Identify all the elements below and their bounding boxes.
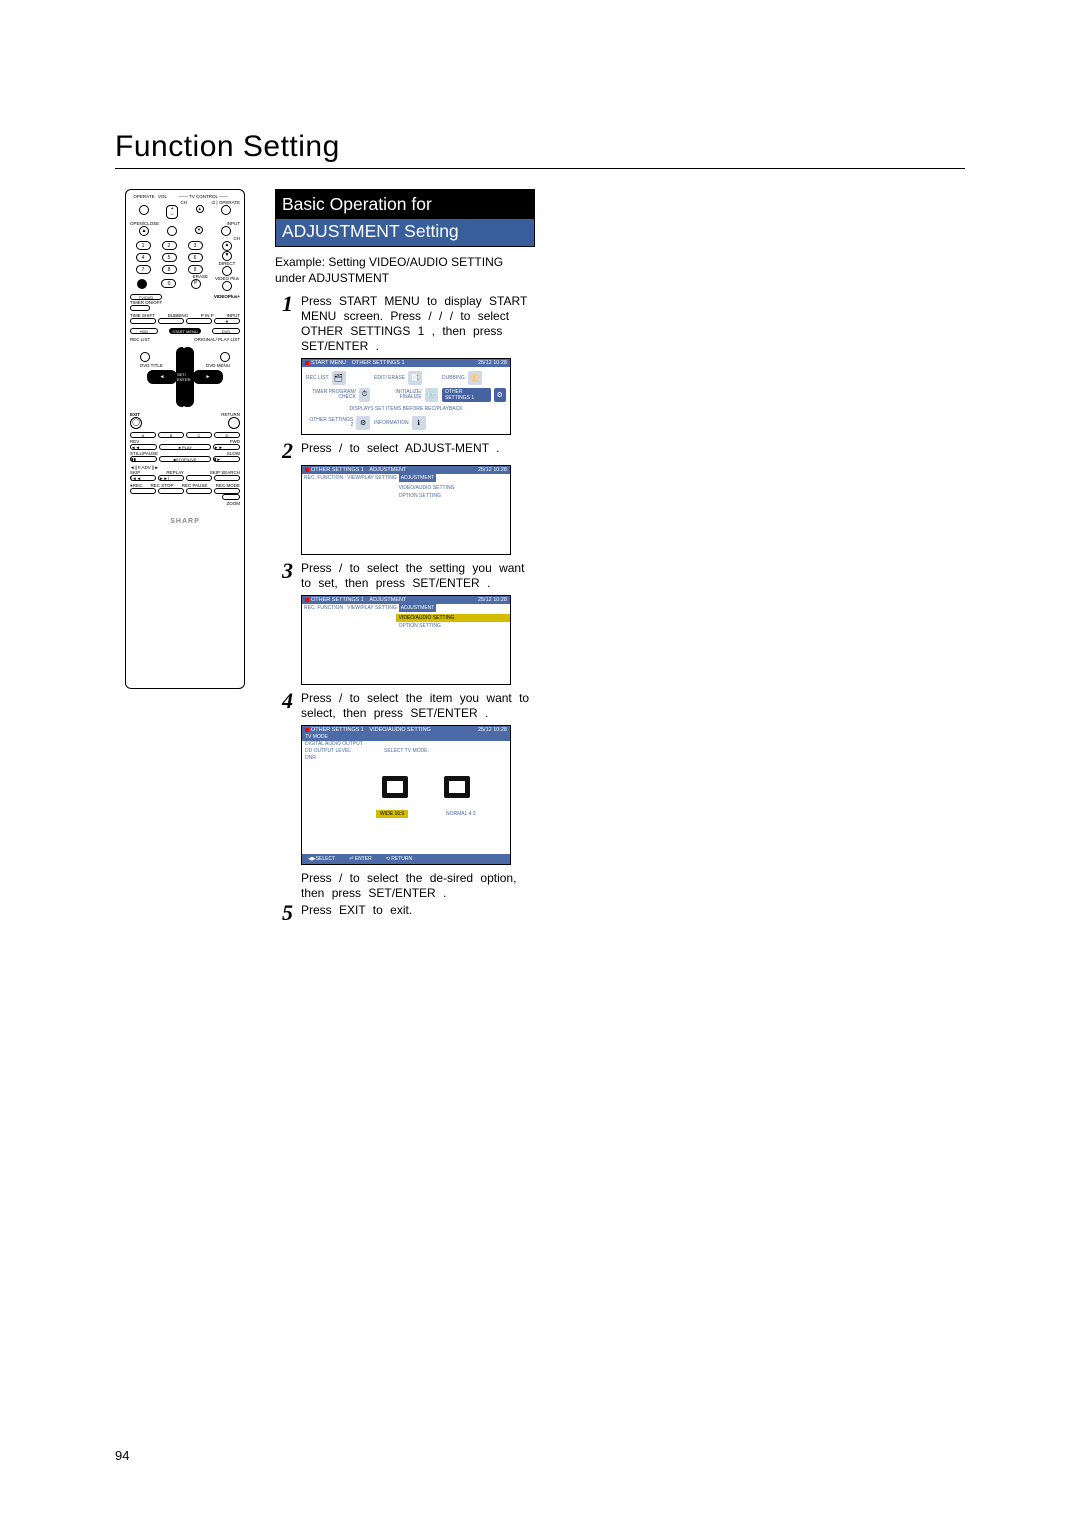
screen-mock-3: OTHER SETTINGS 1 ADJUSTMENT 25/12 10:28 … [301,595,511,685]
step-number: 4 [275,691,293,711]
step-number: 3 [275,561,293,581]
rec-list-icon: 🗂 [332,371,346,385]
screen-mock-2: OTHER SETTINGS 1 ADJUSTMENT 25/12 10:28 … [301,465,511,555]
example-text: Example: Setting VIDEO/AUDIO SETTING und… [275,255,535,286]
initialize-icon: 💿 [425,388,438,402]
remote-control-diagram: OPERATE VOL —— TV CONTROL —— . CH ⏻ | OP… [125,189,245,689]
step-4a-text: Press / to select the item you want to s… [301,691,535,721]
top-rule [115,168,965,169]
info-icon: ℹ [412,416,426,430]
step-3-text: Press / to select the setting you want t… [301,561,535,591]
other-settings-highlight: OTHER SETTINGS 1 [442,388,491,402]
step-1-text: Press START MENU to display START MENU s… [301,294,535,354]
dubbing-icon: 📀 [468,371,482,385]
timer-icon: ⏱ [359,388,370,402]
brand-logo: SHARP [130,518,240,525]
screen-mock-1: START MENU OTHER SETTINGS 1 25/12 10:28 … [301,358,511,435]
section-title-1: Basic Operation for [276,190,534,219]
screen-mock-4: OTHER SETTINGS 1 VIDEO/AUDIO SETTING 25/… [301,725,511,865]
section-title-2: ADJUSTMENT Setting [276,219,534,246]
tv-normal-icon [444,776,470,798]
page-number: 94 [115,1448,129,1463]
step-number: 2 [275,441,293,461]
section-box: Basic Operation for ADJUSTMENT Setting [275,189,535,247]
step-number: 5 [275,903,293,923]
settings2-icon: ⚙ [356,416,370,430]
step-number: 1 [275,294,293,314]
edit-icon: 📑 [408,371,422,385]
step-4b-text: Press / to select the de-sired option, t… [301,871,535,901]
settings-icon: ⚙ [494,388,506,402]
tv-wide-icon [382,776,408,798]
step-5-text: Press EXIT to exit. [301,903,535,918]
step-2-text: Press / to select ADJUST-MENT . [301,441,535,456]
page-title: Function Setting [115,130,965,164]
